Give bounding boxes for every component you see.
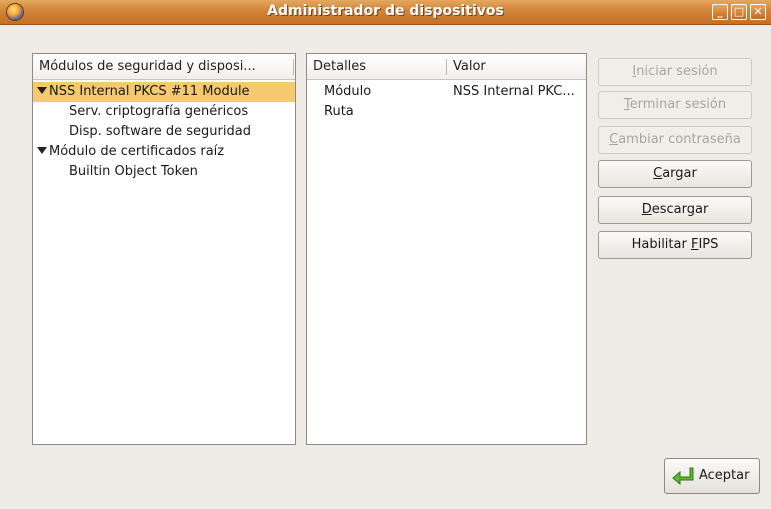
button-label: escargar: [651, 202, 709, 217]
tree-item-label: Disp. software de seguridad: [69, 124, 251, 139]
unload-button[interactable]: Descargar: [598, 196, 752, 224]
ok-button-label: Aceptar: [699, 468, 750, 483]
button-label: argar: [662, 166, 697, 181]
table-row-value[interactable]: NSS Internal PKC...: [453, 82, 583, 102]
tree-item-crypto-services[interactable]: Serv. criptografía genéricos: [69, 102, 248, 122]
minimize-icon[interactable]: _: [712, 4, 728, 20]
tree-item-label: Módulo de certificados raíz: [49, 144, 225, 159]
change-password-button[interactable]: Cambiar contraseña: [598, 126, 752, 154]
button-label: Habilitar: [631, 237, 691, 252]
modules-column-header[interactable]: Módulos de seguridad y disposi...: [33, 54, 295, 80]
ok-button[interactable]: Aceptar: [664, 458, 760, 494]
button-label: niciar sesión: [636, 64, 718, 79]
button-mnemonic: C: [653, 166, 663, 181]
enable-fips-button[interactable]: Habilitar FIPS: [598, 231, 752, 259]
column-separator: [293, 59, 294, 75]
value-column-header[interactable]: Valor: [447, 54, 586, 80]
login-button[interactable]: Iniciar sesión: [598, 58, 752, 86]
tree-item-label: Serv. criptografía genéricos: [69, 104, 249, 119]
load-button[interactable]: Cargar: [598, 160, 752, 188]
expander-icon[interactable]: [37, 147, 47, 154]
window-title: Administrador de dispositivos: [267, 3, 504, 19]
button-label: IPS: [698, 237, 719, 252]
tree-item-root-certs-module[interactable]: Módulo de certificados raíz: [33, 142, 224, 162]
tree-item-software-device[interactable]: Disp. software de seguridad: [69, 122, 251, 142]
security-modules-tree[interactable]: Módulos de seguridad y disposi... NSS In…: [32, 53, 296, 445]
title-bar[interactable]: Administrador de dispositivos _ □ ✕: [0, 0, 771, 25]
logout-button[interactable]: Terminar sesión: [598, 91, 752, 119]
green-arrow-icon: [672, 467, 694, 486]
tree-item-label: NSS Internal PKCS #11 Module: [49, 84, 250, 99]
column-separator: [446, 59, 447, 75]
table-row-detail[interactable]: Ruta: [324, 102, 444, 122]
tree-item-label: Builtin Object Token: [69, 164, 198, 179]
table-row-detail[interactable]: Módulo: [324, 82, 444, 102]
button-label: ambiar contraseña: [618, 132, 741, 147]
maximize-icon[interactable]: □: [731, 4, 747, 20]
close-icon[interactable]: ✕: [750, 4, 766, 20]
tree-item-nss-module[interactable]: NSS Internal PKCS #11 Module: [33, 82, 295, 102]
details-table[interactable]: Detalles Valor Módulo NSS Internal PKC..…: [306, 53, 587, 445]
button-mnemonic: D: [641, 202, 652, 217]
tree-item-builtin-token[interactable]: Builtin Object Token: [69, 162, 198, 182]
details-column-header[interactable]: Detalles: [307, 54, 447, 80]
expander-icon[interactable]: [37, 87, 47, 94]
button-mnemonic: C: [609, 132, 619, 147]
table-row-value[interactable]: [453, 102, 583, 122]
button-label: erminar sesión: [629, 97, 727, 112]
